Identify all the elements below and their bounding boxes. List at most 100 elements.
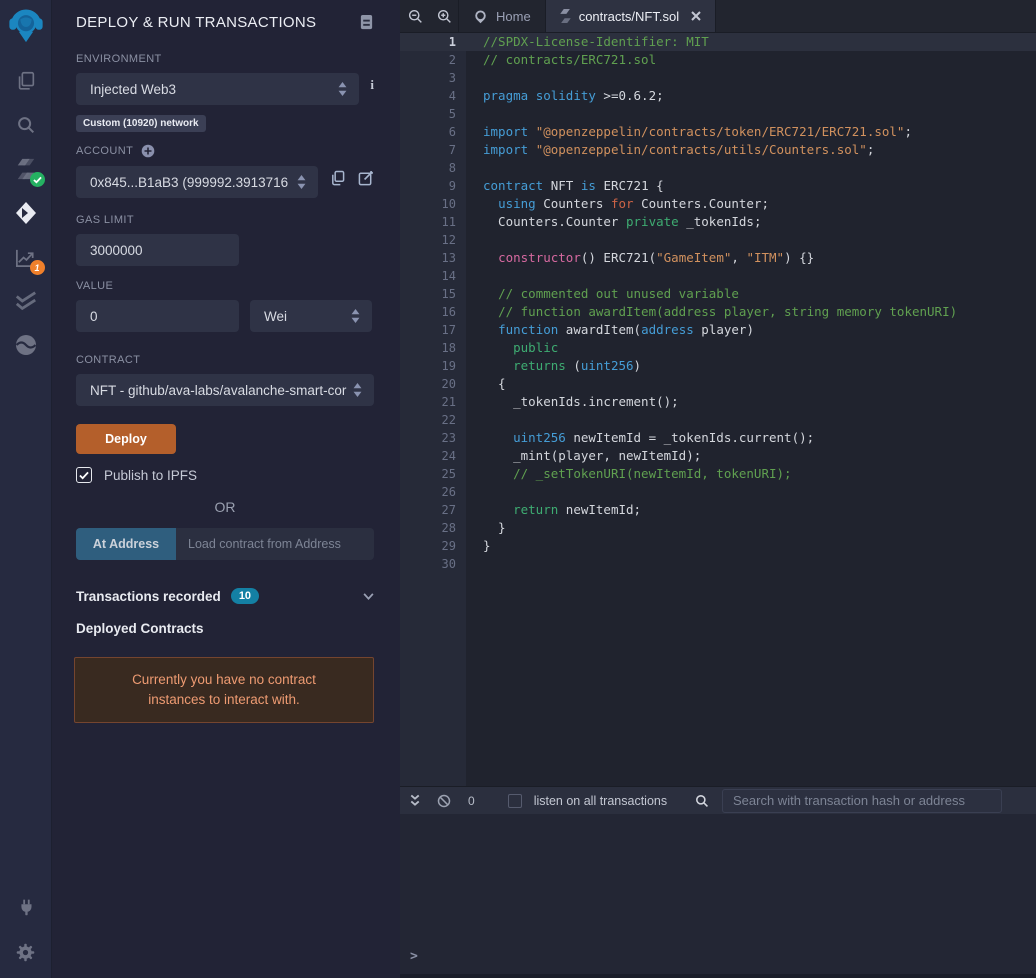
line-number: 9	[448, 179, 456, 193]
code-editor[interactable]: 1//SPDX-License-Identifier: MIT 2// contr…	[400, 33, 1036, 786]
line-number: 19	[441, 359, 456, 373]
code-line[interactable]: 1//SPDX-License-Identifier: MIT	[400, 33, 1036, 51]
select-caret-icon	[297, 175, 306, 189]
code-line[interactable]: 9 contract NFT is ERC721 {	[400, 177, 1036, 195]
deploy-button[interactable]: Deploy	[76, 424, 176, 454]
code-line[interactable]: 15 // commented out unused variable	[400, 285, 1036, 303]
at-address-input[interactable]	[176, 528, 374, 560]
copy-account-icon[interactable]	[330, 170, 345, 186]
code-line[interactable]: 21 _tokenIds.increment();	[400, 393, 1036, 411]
add-account-icon[interactable]	[141, 144, 155, 158]
zoom-in-icon[interactable]	[437, 9, 452, 24]
code-line[interactable]: 24 _mint(player, newItemId);	[400, 447, 1036, 465]
code-line[interactable]: 16 // function awardItem(address player,…	[400, 303, 1036, 321]
tab-bar: Home contracts/NFT.sol	[400, 0, 1036, 33]
chevron-down-icon[interactable]	[363, 592, 374, 600]
transactions-recorded-toggle[interactable]: Transactions recorded 10	[76, 588, 374, 604]
panel-title: DEPLOY & RUN TRANSACTIONS	[76, 14, 317, 31]
code-lines: 1//SPDX-License-Identifier: MIT 2// contr…	[400, 33, 1036, 573]
line-number: 13	[441, 251, 456, 265]
icon-sidebar: 1	[0, 0, 52, 978]
tab-home[interactable]: Home	[458, 0, 545, 32]
remix-logo[interactable]	[7, 6, 45, 46]
line-number: 29	[441, 539, 456, 553]
value-label: VALUE	[76, 280, 114, 292]
terminal-prompt: >	[410, 949, 418, 964]
solidity-compiler-icon[interactable]	[13, 156, 45, 187]
account-select[interactable]: 0x845...B1aB3 (999992.3913716	[76, 166, 318, 198]
line-number: 11	[441, 215, 456, 229]
code-line[interactable]: 7 import "@openzeppelin/contracts/utils/C…	[400, 141, 1036, 159]
line-number: 12	[441, 233, 456, 247]
alert-count-badge: 1	[29, 260, 45, 275]
gas-limit-input[interactable]	[76, 234, 239, 266]
code-line[interactable]: 11 Counters.Counter private _tokenIds;	[400, 213, 1036, 231]
line-number: 14	[441, 269, 456, 283]
value-input[interactable]	[76, 300, 239, 332]
code-line[interactable]: 23 uint256 newItemId = _tokenIds.current…	[400, 429, 1036, 447]
account-label: ACCOUNT	[76, 145, 134, 157]
code-line[interactable]: 10 using Counters for Counters.Counter;	[400, 195, 1036, 213]
code-line[interactable]: 3	[400, 69, 1036, 87]
zoom-out-icon[interactable]	[408, 9, 423, 24]
close-tab-icon[interactable]	[691, 11, 701, 21]
terminal-console[interactable]: >	[400, 814, 1036, 978]
code-line[interactable]: 20 {	[400, 375, 1036, 393]
environment-select[interactable]: Injected Web3	[76, 73, 360, 105]
terminal-toolbar: 0 listen on all transactions	[400, 786, 1036, 814]
analytics-icon[interactable]: 1	[13, 244, 45, 275]
code-line[interactable]: 12	[400, 231, 1036, 249]
code-line[interactable]: 27 return newItemId;	[400, 501, 1036, 519]
search-icon[interactable]	[13, 112, 39, 138]
clear-console-icon[interactable]	[437, 794, 451, 808]
tab-file-label: contracts/NFT.sol	[578, 8, 680, 24]
edit-account-icon[interactable]	[358, 170, 374, 186]
code-line[interactable]: 8	[400, 159, 1036, 177]
expand-terminal-icon[interactable]	[409, 794, 421, 807]
code-line[interactable]: 30	[400, 555, 1036, 573]
line-number: 30	[441, 557, 456, 571]
listen-transactions-checkbox[interactable]	[507, 793, 522, 808]
at-address-button[interactable]: At Address	[76, 528, 176, 560]
contract-select[interactable]: NFT - github/ava-labs/avalanche-smart-co…	[76, 374, 374, 406]
listen-transactions-label: listen on all transactions	[533, 793, 668, 808]
documentation-icon[interactable]	[359, 14, 374, 31]
code-line[interactable]: 5	[400, 105, 1036, 123]
line-number: 24	[441, 449, 456, 463]
code-line[interactable]: 26	[400, 483, 1036, 501]
tab-contracts-nft[interactable]: contracts/NFT.sol	[544, 0, 717, 32]
checkbox-checked-icon	[76, 467, 92, 483]
debugger-icon[interactable]	[13, 332, 39, 358]
code-line[interactable]: 22	[400, 411, 1036, 429]
plugin-manager-icon[interactable]	[13, 894, 39, 920]
code-line[interactable]: 14	[400, 267, 1036, 285]
line-number: 28	[441, 521, 456, 535]
solidity-file-icon	[559, 9, 571, 23]
code-line[interactable]: 29}	[400, 537, 1036, 555]
select-caret-icon	[351, 309, 360, 323]
deploy-run-icon[interactable]	[13, 200, 39, 226]
line-number: 10	[441, 197, 456, 211]
code-line[interactable]: 19 returns (uint256)	[400, 357, 1036, 375]
file-explorer-icon[interactable]	[13, 68, 39, 94]
code-line[interactable]: 18 public	[400, 339, 1036, 357]
static-analysis-icon[interactable]	[13, 288, 39, 314]
value-unit-select[interactable]: Wei	[250, 300, 372, 332]
pending-tx-count: 0	[468, 793, 475, 808]
settings-icon[interactable]	[13, 939, 39, 965]
code-line[interactable]: 6 import "@openzeppelin/contracts/token/E…	[400, 123, 1036, 141]
publish-ipfs-checkbox[interactable]: Publish to IPFS	[76, 467, 374, 483]
terminal-search-icon	[695, 794, 709, 808]
environment-info-icon[interactable]: i	[370, 77, 374, 93]
code-line[interactable]: 2// contracts/ERC721.sol	[400, 51, 1036, 69]
code-line[interactable]: 25 // _setTokenURI(newItemId, tokenURI);	[400, 465, 1036, 483]
code-line[interactable]: 13 constructor() ERC721("GameItem", "ITM…	[400, 249, 1036, 267]
code-line[interactable]: 4 pragma solidity >=0.6.2;	[400, 87, 1036, 105]
line-number: 6	[448, 125, 456, 139]
line-number: 25	[441, 467, 456, 481]
line-number: 20	[441, 377, 456, 391]
code-line[interactable]: 28 }	[400, 519, 1036, 537]
terminal-search-input[interactable]	[722, 788, 1002, 813]
code-line[interactable]: 17 function awardItem(address player)	[400, 321, 1036, 339]
line-number: 15	[441, 287, 456, 301]
